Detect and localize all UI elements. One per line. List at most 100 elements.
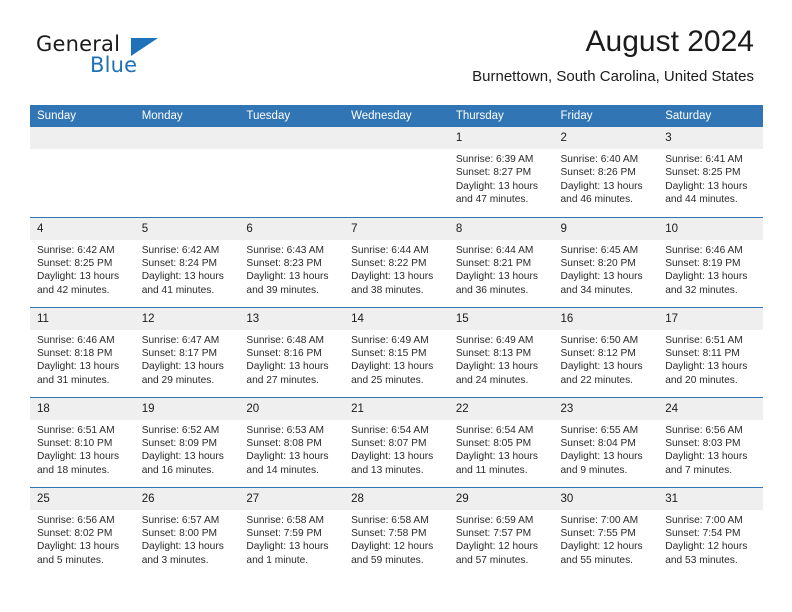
calendar-day-cell[interactable]: 23 Sunrise: 6:55 AM Sunset: 8:04 PM Dayligh…: [553, 396, 659, 487]
sunrise-text: Sunrise: 7:00 AM: [560, 514, 639, 526]
calendar-day-cell[interactable]: 8 Sunrise: 6:44 AM Sunset: 8:21 PM Daylight…: [448, 216, 554, 307]
calendar-day-cell[interactable]: 26 Sunrise: 6:57 AM Sunset: 8:00 PM Dayligh…: [134, 486, 240, 577]
daylight-text-line1: Daylight: 13 hours: [665, 271, 748, 283]
daylight-text-line2: and 27 minutes.: [246, 374, 319, 386]
calendar-day-cell[interactable]: 12 Sunrise: 6:47 AM Sunset: 8:17 PM Dayligh…: [134, 306, 240, 397]
calendar-table: Sunday Monday Tuesday Wednesday Thursday…: [30, 105, 763, 577]
weekday-header-friday: Friday: [553, 105, 659, 127]
daylight-text-line1: Daylight: 13 hours: [455, 271, 538, 283]
calendar-day-cell[interactable]: 4 Sunrise: 6:42 AM Sunset: 8:25 PM Daylight…: [30, 216, 135, 307]
day-sun-info: Sunrise: 6:49 AM Sunset: 8:13 PM Daylight:…: [449, 330, 554, 388]
daylight-text-line2: and 44 minutes.: [665, 194, 738, 206]
weekday-header-monday: Monday: [134, 105, 240, 127]
day-sun-info: Sunrise: 7:00 AM Sunset: 7:54 PM Daylight:…: [658, 510, 763, 568]
calendar-week-row: 4 Sunrise: 6:42 AM Sunset: 8:25 PM Daylight…: [30, 216, 763, 307]
sunset-text: Sunset: 8:22 PM: [351, 257, 427, 269]
sunset-text: Sunset: 8:05 PM: [455, 437, 532, 449]
weekday-header-sunday: Sunday: [30, 105, 135, 127]
calendar-day-cell[interactable]: 25 Sunrise: 6:56 AM Sunset: 8:02 PM Dayligh…: [30, 486, 135, 577]
daylight-text-line1: Daylight: 13 hours: [351, 361, 434, 373]
sunset-text: Sunset: 8:02 PM: [37, 527, 113, 539]
calendar-day-cell[interactable]: 22 Sunrise: 6:54 AM Sunset: 8:05 PM Dayligh…: [448, 396, 554, 487]
sunrise-text: Sunrise: 6:56 AM: [37, 514, 115, 526]
daylight-text-line1: Daylight: 13 hours: [246, 271, 329, 283]
day-number: 18: [30, 397, 135, 420]
sunset-text: Sunset: 8:19 PM: [665, 257, 741, 269]
sunrise-text: Sunrise: 6:59 AM: [455, 514, 534, 526]
sunrise-text: Sunrise: 6:55 AM: [560, 424, 639, 436]
calendar-day-cell[interactable]: 9 Sunrise: 6:45 AM Sunset: 8:20 PM Daylight…: [553, 216, 659, 307]
sunset-text: Sunset: 8:20 PM: [560, 257, 636, 269]
sunrise-text: Sunrise: 6:42 AM: [141, 244, 220, 256]
calendar-day-cell[interactable]: 7 Sunrise: 6:44 AM Sunset: 8:22 PM Daylight…: [344, 216, 449, 307]
calendar-day-cell[interactable]: 14 Sunrise: 6:49 AM Sunset: 8:15 PM Dayligh…: [344, 306, 449, 397]
calendar-day-cell[interactable]: 31 Sunrise: 7:00 AM Sunset: 7:54 PM Dayligh…: [658, 486, 763, 577]
daylight-text-line2: and 42 minutes.: [37, 284, 110, 296]
sunrise-text: Sunrise: 6:58 AM: [246, 514, 324, 526]
sunrise-text: Sunrise: 6:39 AM: [455, 154, 534, 165]
daylight-text-line2: and 24 minutes.: [455, 374, 529, 386]
calendar-day-cell[interactable]: 15 Sunrise: 6:49 AM Sunset: 8:13 PM Dayligh…: [448, 306, 554, 397]
daylight-text-line1: Daylight: 13 hours: [37, 451, 120, 463]
day-number: 11: [30, 307, 135, 330]
calendar-day-cell[interactable]: 11 Sunrise: 6:46 AM Sunset: 8:18 PM Dayligh…: [30, 306, 135, 397]
sunset-text: Sunset: 8:15 PM: [351, 347, 427, 359]
sunset-text: Sunset: 8:26 PM: [560, 167, 636, 179]
calendar-day-cell[interactable]: 5 Sunrise: 6:42 AM Sunset: 8:24 PM Daylight…: [134, 216, 240, 307]
daylight-text-line2: and 3 minutes.: [141, 554, 209, 566]
calendar-day-cell[interactable]: 16 Sunrise: 6:50 AM Sunset: 8:12 PM Dayligh…: [553, 306, 659, 397]
calendar-day-cell[interactable]: 19 Sunrise: 6:52 AM Sunset: 8:09 PM Dayligh…: [134, 396, 240, 487]
daylight-text-line2: and 46 minutes.: [560, 194, 634, 206]
calendar-day-cell[interactable]: 29 Sunrise: 6:59 AM Sunset: 7:57 PM Dayligh…: [448, 486, 554, 577]
day-number: 16: [553, 307, 659, 330]
calendar-day-cell[interactable]: 24 Sunrise: 6:56 AM Sunset: 8:03 PM Dayligh…: [658, 396, 763, 487]
day-number: 20: [239, 397, 345, 420]
calendar-day-cell[interactable]: 1 Sunrise: 6:39 AM Sunset: 8:27 PM Daylight…: [448, 127, 554, 217]
daylight-text-line2: and 5 minutes.: [37, 554, 104, 566]
sunrise-text: Sunrise: 6:46 AM: [665, 244, 743, 256]
day-number: 25: [30, 487, 135, 510]
calendar-day-cell[interactable]: 13 Sunrise: 6:48 AM Sunset: 8:16 PM Dayligh…: [239, 306, 345, 397]
sunset-text: Sunset: 8:18 PM: [37, 347, 113, 359]
day-number: 22: [448, 397, 554, 420]
daylight-text-line2: and 57 minutes.: [455, 554, 529, 566]
daylight-text-line2: and 1 minute.: [246, 554, 309, 566]
sunset-text: Sunset: 8:03 PM: [665, 437, 741, 449]
calendar-day-cell[interactable]: 27 Sunrise: 6:58 AM Sunset: 7:59 PM Dayligh…: [239, 486, 345, 577]
sunset-text: Sunset: 8:21 PM: [455, 257, 532, 269]
sunrise-text: Sunrise: 6:54 AM: [351, 424, 429, 436]
sunset-text: Sunset: 7:55 PM: [560, 527, 636, 539]
calendar-day-cell[interactable]: 30 Sunrise: 7:00 AM Sunset: 7:55 PM Dayligh…: [553, 486, 659, 577]
calendar-day-cell[interactable]: 2 Sunrise: 6:40 AM Sunset: 8:26 PM Daylight…: [553, 127, 659, 217]
sunrise-text: Sunrise: 6:54 AM: [455, 424, 534, 436]
day-number: 28: [344, 487, 449, 510]
daylight-text-line1: Daylight: 13 hours: [141, 451, 224, 463]
sunset-text: Sunset: 8:25 PM: [37, 257, 113, 269]
daylight-text-line2: and 9 minutes.: [560, 464, 628, 476]
page-title: August 2024: [585, 25, 754, 58]
daylight-text-line2: and 18 minutes.: [37, 464, 110, 476]
day-number: 7: [344, 217, 449, 240]
day-number: 21: [344, 397, 449, 420]
day-number: 13: [239, 307, 345, 330]
calendar-day-cell[interactable]: 17 Sunrise: 6:51 AM Sunset: 8:11 PM Dayligh…: [658, 306, 763, 397]
daylight-text-line1: Daylight: 13 hours: [37, 271, 120, 283]
daylight-text-line1: Daylight: 13 hours: [246, 361, 329, 373]
calendar-day-cell[interactable]: 18 Sunrise: 6:51 AM Sunset: 8:10 PM Dayligh…: [30, 396, 135, 487]
daylight-text-line1: Daylight: 12 hours: [665, 541, 748, 553]
general-blue-logo[interactable]: General Blue: [36, 32, 158, 80]
calendar-day-cell[interactable]: 3 Sunrise: 6:41 AM Sunset: 8:25 PM Daylight…: [658, 127, 763, 217]
calendar-day-cell[interactable]: 10 Sunrise: 6:46 AM Sunset: 8:19 PM Dayligh…: [658, 216, 763, 307]
daylight-text-line1: Daylight: 13 hours: [351, 271, 434, 283]
day-sun-info: Sunrise: 6:41 AM Sunset: 8:25 PM Daylight:…: [658, 149, 763, 207]
day-number: 5: [134, 217, 240, 240]
calendar-day-cell[interactable]: 6 Sunrise: 6:43 AM Sunset: 8:23 PM Daylight…: [239, 216, 345, 307]
sunrise-text: Sunrise: 6:44 AM: [455, 244, 534, 256]
day-number: [30, 127, 135, 149]
day-sun-info: Sunrise: 6:56 AM Sunset: 8:02 PM Daylight:…: [30, 510, 135, 568]
calendar-day-cell[interactable]: 20 Sunrise: 6:53 AM Sunset: 8:08 PM Dayligh…: [239, 396, 345, 487]
sunset-text: Sunset: 7:57 PM: [455, 527, 532, 539]
sunset-text: Sunset: 8:08 PM: [246, 437, 322, 449]
calendar-day-cell[interactable]: 21 Sunrise: 6:54 AM Sunset: 8:07 PM Dayligh…: [344, 396, 449, 487]
calendar-day-cell[interactable]: 28 Sunrise: 6:58 AM Sunset: 7:58 PM Dayligh…: [344, 486, 449, 577]
